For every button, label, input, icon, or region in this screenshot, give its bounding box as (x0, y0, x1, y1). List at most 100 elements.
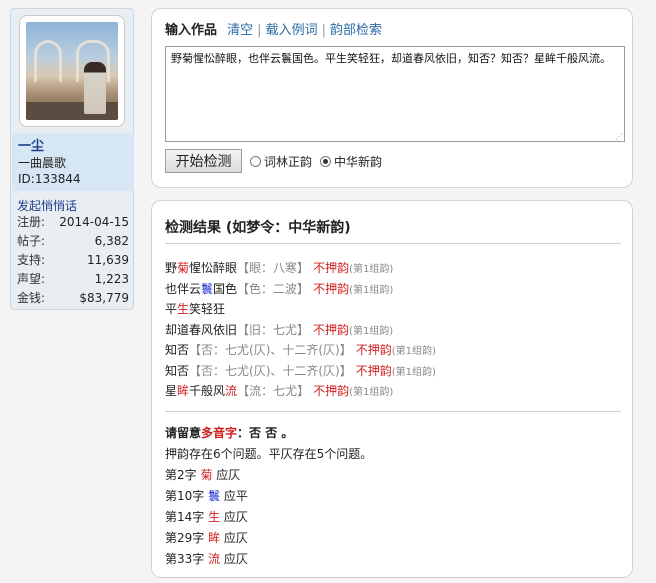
rhyme-info: 【眼：八寒】 (237, 261, 310, 275)
stat-label: 金钱: (17, 291, 46, 305)
user-info: 一尘 一曲晨歌 ID:133844 (12, 133, 134, 191)
option-label: 词林正韵 (264, 155, 313, 169)
issue-item: 第29字 眸 应仄 (165, 528, 625, 549)
line-char-flagged: 鬟 (201, 281, 214, 296)
clear-link[interactable]: 清空 (227, 23, 253, 38)
line-char-flagged: 流 (225, 384, 238, 398)
user-id: ID:133844 (18, 172, 81, 186)
summary-note: 押韵存在6个问题。平仄存在5个问题。 (165, 447, 373, 461)
issue-requirement: 应仄 (220, 510, 248, 524)
result-lines: 野菊惺忪醉眼【眼：八寒】 不押韵(第1组韵) 也伴云鬟国色【色：二波】 不押韵(第1… (165, 258, 625, 402)
stat-row: 金钱: $83,779 (17, 289, 129, 308)
rhyme-scheme-options: 词林正韵 中华新韵 (250, 153, 390, 170)
rhyme-status: 不押韵 (313, 261, 350, 275)
poem-textarea[interactable]: 野菊惺忪醉眼，也伴云鬟国色。平生笑轻狂，却道春风依旧，知否？知否？星眸千般风流。 (165, 46, 625, 142)
user-name[interactable]: 一尘 (18, 139, 128, 155)
result-notes: 请留意多音字：否 否 。 押韵存在6个问题。平仄存在5个问题。 第2字 菊 应仄… (165, 423, 625, 570)
stat-label: 声望: (17, 272, 46, 286)
separator: | (321, 23, 326, 38)
polyphone-note: 请留意多音字：否 否 。 (165, 423, 625, 444)
line-text: 平 (165, 302, 178, 316)
line-text: 笑轻狂 (189, 302, 226, 316)
rhyme-status: 不押韵 (355, 363, 392, 378)
rhyme-info: 【旧：七尤】 (237, 322, 310, 337)
stat-value: 2014-04-15 (59, 215, 129, 229)
issue-requirement: 应仄 (220, 552, 248, 566)
line-text: 知否 (165, 343, 190, 357)
stat-row: 帖子: 6,382 (17, 232, 129, 251)
result-line: 也伴云鬟国色【色：二波】 不押韵(第1组韵) (165, 279, 625, 300)
line-text: 却道春风依旧 (165, 322, 238, 337)
rhyme-search-link[interactable]: 韵部检索 (330, 23, 382, 38)
stat-value: 11,639 (87, 253, 129, 267)
avatar-person-shape (84, 62, 106, 114)
rhyme-status: 不押韵 (355, 343, 392, 357)
rhyme-group: (第1组韵) (349, 325, 394, 337)
line-char-flagged: 生 (177, 302, 190, 316)
note-text: 请留意 (165, 426, 202, 440)
option-zhonghua-xinyun[interactable]: 中华新韵 (320, 153, 382, 170)
load-example-link[interactable]: 载入例词 (266, 23, 318, 38)
user-stats: 注册: 2014-04-15 帖子: 6,382 支持: 11,639 声望: 1,22… (17, 213, 129, 308)
user-profile-card: 一尘 一曲晨歌 ID:133844 发起悄悄话 注册: 2014-04-15 帖子… (10, 8, 134, 310)
line-char-flagged: 眸 (177, 384, 190, 398)
stat-row: 支持: 11,639 (17, 251, 129, 270)
issue-position: 第33字 (165, 552, 209, 566)
issue-item: 第33字 流 应仄 (165, 549, 625, 570)
radio-checked-icon[interactable] (320, 156, 332, 167)
issue-item: 第10字 鬟 应平 (165, 486, 625, 507)
result-line: 知否【否：七尤(仄)、十二齐(仄)】 不押韵(第1组韵) (165, 361, 625, 382)
result-line: 野菊惺忪醉眼【眼：八寒】 不押韵(第1组韵) (165, 258, 625, 279)
avatar[interactable] (26, 22, 118, 120)
rhyme-group: (第1组韵) (349, 284, 394, 296)
rhyme-info: 【否：七尤(仄)、十二齐(仄)】 (189, 343, 352, 357)
radio-icon[interactable] (250, 156, 261, 167)
result-line: 星眸千般风流【流：七尤】 不押韵(第1组韵) (165, 381, 625, 402)
rhyme-info: 【否：七尤(仄)、十二齐(仄)】 (189, 363, 352, 378)
divider (165, 411, 621, 412)
option-label: 中华新韵 (334, 155, 383, 169)
rhyme-group: (第1组韵) (391, 366, 436, 378)
stat-label: 支持: (17, 253, 46, 267)
stat-value: 6,382 (94, 234, 129, 248)
issue-char: 鬟 (208, 489, 221, 503)
rhyme-group: (第1组韵) (391, 346, 436, 357)
rhyme-info: 【色：二波】 (237, 281, 310, 296)
polyphone-highlight: 多音字 (201, 426, 238, 440)
send-private-message-link[interactable]: 发起悄悄话 (17, 197, 77, 214)
line-char-flagged: 菊 (177, 261, 190, 275)
line-text: 国色 (213, 281, 238, 296)
user-subtitle: 一曲晨歌 (18, 156, 67, 170)
stat-value: 1,223 (94, 272, 129, 286)
rhyme-info: 【流：七尤】 (237, 384, 310, 398)
start-check-button[interactable]: 开始检测 (165, 149, 242, 173)
input-title: 输入作品 (165, 23, 218, 38)
line-text: 星 (165, 384, 178, 398)
issue-char: 眸 (208, 531, 221, 545)
stat-value: $83,779 (79, 291, 129, 305)
option-cilin-zhengyun[interactable]: 词林正韵 (250, 153, 312, 170)
issue-requirement: 应平 (220, 489, 248, 503)
separator: | (257, 23, 262, 38)
issue-position: 第29字 (165, 531, 209, 545)
divider (165, 243, 621, 244)
result-title: 检测结果 (如梦令：中华新韵) (165, 220, 351, 236)
result-line: 平生笑轻狂 (165, 299, 625, 320)
stat-label: 帖子: (17, 234, 46, 248)
input-panel: 输入作品 清空 | 载入例词 | 韵部检索 野菊惺忪醉眼，也伴云鬟国色。平生笑轻狂，却道… (151, 8, 633, 188)
issue-char: 流 (208, 552, 221, 566)
stat-label: 注册: (17, 215, 46, 229)
result-panel: 检测结果 (如梦令：中华新韵) 野菊惺忪醉眼【眼：八寒】 不押韵(第1组韵) 也伴… (151, 200, 633, 578)
issue-position: 第14字 (165, 510, 209, 524)
result-line: 却道春风依旧【旧：七尤】 不押韵(第1组韵) (165, 320, 625, 341)
issue-item: 第2字 菊 应仄 (165, 465, 625, 486)
resize-grip-icon[interactable]: ⋰ (615, 133, 623, 141)
line-text: 野 (165, 261, 178, 275)
rhyme-group: (第1组韵) (349, 264, 394, 275)
input-header: 输入作品 清空 | 载入例词 | 韵部检索 (165, 19, 382, 38)
issue-requirement: 应仄 (212, 468, 241, 482)
result-line: 知否【否：七尤(仄)、十二齐(仄)】 不押韵(第1组韵) (165, 340, 625, 361)
issue-requirement: 应仄 (220, 531, 248, 545)
issue-position: 第2字 (165, 468, 201, 482)
line-text: 也伴云 (165, 281, 202, 296)
